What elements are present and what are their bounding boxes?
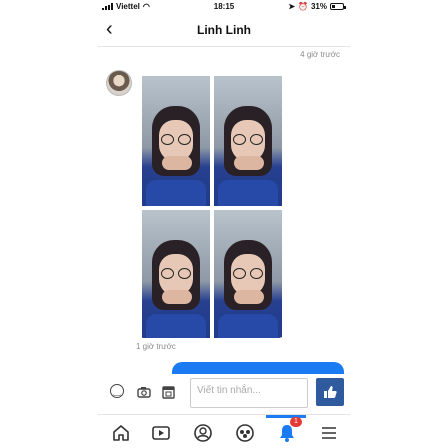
alarm-icon: ⏰ (298, 2, 308, 11)
chat-header: ‹ Linh Linh (98, 14, 350, 47)
battery-icon (330, 3, 346, 10)
home-icon[interactable] (110, 423, 132, 443)
photo-timestamp: 1 giờ trước (136, 342, 176, 351)
notifications-icon[interactable]: 1 (276, 417, 302, 443)
location-icon: ➤ (288, 2, 296, 11)
status-bar: Viettel ◠ 18:15 ➤ ⏰ 31% (98, 0, 350, 14)
sticker-icon[interactable] (160, 384, 176, 400)
outgoing-message-bubble[interactable] (172, 362, 344, 374)
menu-icon[interactable] (318, 423, 340, 443)
like-icon[interactable] (316, 378, 344, 406)
phone-screen: Viettel ◠ 18:15 ➤ ⏰ 31% ‹ Linh Linh 4 gi… (98, 0, 350, 448)
chat-title: Linh Linh (197, 23, 251, 37)
notification-badge: 1 (290, 417, 302, 427)
battery-fill (332, 5, 336, 8)
bottom-nav: 1 (98, 414, 350, 448)
photo-tile (142, 76, 210, 206)
smile-icon[interactable]: ‿ (110, 384, 124, 398)
status-right: ➤ ⏰ 31% (288, 2, 346, 11)
battery-percent: 31% (310, 2, 327, 11)
photo-message[interactable] (136, 70, 286, 338)
message-timestamp: 4 giờ trước (300, 50, 340, 59)
contact-avatar[interactable] (106, 70, 132, 96)
message-input[interactable]: Viết tin nhắn... (190, 378, 308, 408)
groups-icon[interactable] (234, 423, 256, 443)
photo-tile (214, 210, 282, 338)
message-composer: ‿ Viết tin nhắn... (98, 376, 350, 414)
camera-icon[interactable] (136, 384, 152, 400)
profile-icon[interactable] (192, 423, 214, 443)
photo-tile (142, 210, 210, 338)
photo-tile (214, 76, 282, 206)
video-icon[interactable] (150, 423, 172, 443)
